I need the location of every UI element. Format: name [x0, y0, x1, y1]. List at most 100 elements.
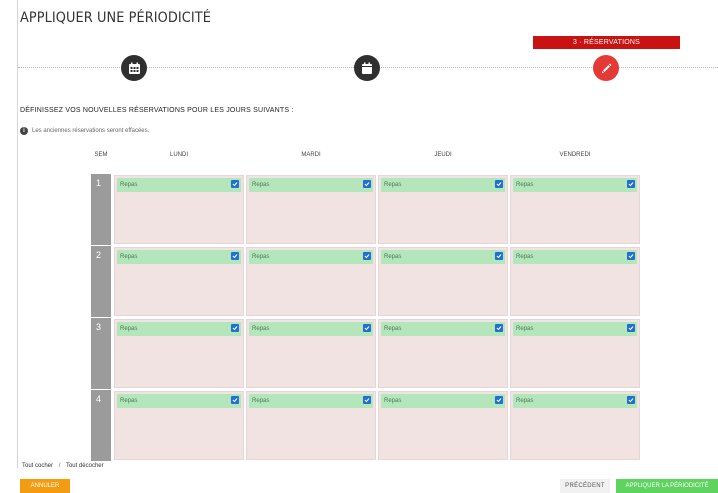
checkbox-checked[interactable]: [495, 396, 503, 404]
slot-repas[interactable]: Repas: [117, 250, 241, 264]
checkbox-checked[interactable]: [495, 252, 503, 260]
slot-repas[interactable]: Repas: [381, 394, 505, 408]
check-icon: [628, 182, 634, 187]
check-icon: [628, 398, 634, 403]
slot-repas[interactable]: Repas: [381, 178, 505, 192]
checkbox-checked[interactable]: [231, 396, 239, 404]
slot-label: Repas: [252, 254, 270, 260]
cell-week2-mardi: Repas: [247, 248, 375, 315]
slot-repas[interactable]: Repas: [513, 394, 637, 408]
step-1-circle[interactable]: [121, 55, 147, 81]
cell-week4-vendredi: Repas: [511, 392, 639, 459]
checkbox-checked[interactable]: [627, 180, 635, 188]
week-1-label: 1: [91, 174, 111, 245]
checkbox-checked[interactable]: [363, 252, 371, 260]
cell-week3-jeudi: Repas: [379, 320, 507, 387]
check-icon: [628, 254, 634, 259]
cell-week3-mardi: Repas: [247, 320, 375, 387]
check-icon: [496, 326, 502, 331]
checkbox-checked[interactable]: [231, 252, 239, 260]
slot-label: Repas: [384, 326, 402, 332]
slot-label: Repas: [516, 398, 534, 404]
cell-week1-mardi: Repas: [247, 176, 375, 243]
cell-week1-vendredi: Repas: [511, 176, 639, 243]
slot-repas[interactable]: Repas: [117, 322, 241, 336]
slot-label: Repas: [384, 182, 402, 188]
link-separator: /: [58, 463, 61, 469]
check-icon: [232, 182, 238, 187]
checkbox-checked[interactable]: [627, 252, 635, 260]
slot-repas[interactable]: Repas: [513, 250, 637, 264]
checkbox-checked[interactable]: [363, 324, 371, 332]
active-step-badge: 3 · RÉSERVATIONS: [533, 36, 680, 49]
slot-label: Repas: [120, 398, 138, 404]
slot-label: Repas: [120, 182, 138, 188]
slot-repas[interactable]: Repas: [117, 394, 241, 408]
info-notice: i Les anciennes réservations seront effa…: [20, 127, 149, 135]
cell-week2-vendredi: Repas: [511, 248, 639, 315]
day-header-mardi: MARDI: [301, 152, 321, 158]
check-icon: [628, 326, 634, 331]
uncheck-all-link[interactable]: Tout décocher: [66, 463, 104, 469]
checkbox-checked[interactable]: [495, 324, 503, 332]
check-icon: [364, 398, 370, 403]
slot-repas[interactable]: Repas: [249, 250, 373, 264]
calendar-grid-icon: [128, 62, 140, 74]
cell-week3-lundi: Repas: [115, 320, 243, 387]
slot-label: Repas: [120, 326, 138, 332]
check-icon: [364, 326, 370, 331]
slot-label: Repas: [516, 182, 534, 188]
slot-repas[interactable]: Repas: [249, 394, 373, 408]
day-header-jeudi: JEUDI: [434, 152, 452, 158]
check-icon: [232, 398, 238, 403]
previous-button[interactable]: PRÉCÉDENT: [560, 479, 610, 493]
slot-label: Repas: [252, 398, 270, 404]
checkbox-checked[interactable]: [627, 396, 635, 404]
cell-week1-lundi: Repas: [115, 176, 243, 243]
slot-label: Repas: [252, 182, 270, 188]
week-column-header: SEM: [94, 152, 108, 158]
cell-week2-jeudi: Repas: [379, 248, 507, 315]
pencil-icon: [601, 63, 611, 73]
check-links: Tout cocher / Tout décocher: [22, 463, 104, 469]
slot-label: Repas: [516, 326, 534, 332]
checkbox-checked[interactable]: [231, 324, 239, 332]
slot-repas[interactable]: Repas: [117, 178, 241, 192]
slot-label: Repas: [252, 326, 270, 332]
day-header-lundi: LUNDI: [169, 152, 188, 158]
slot-repas[interactable]: Repas: [249, 322, 373, 336]
step-2-circle[interactable]: [354, 55, 380, 81]
checkbox-checked[interactable]: [363, 396, 371, 404]
info-text: Les anciennes réservations seront effacé…: [32, 128, 150, 134]
check-icon: [364, 182, 370, 187]
cell-week2-lundi: Repas: [115, 248, 243, 315]
check-icon: [496, 182, 502, 187]
cell-week3-vendredi: Repas: [511, 320, 639, 387]
check-icon: [232, 326, 238, 331]
check-all-link[interactable]: Tout cocher: [22, 463, 53, 469]
checkbox-checked[interactable]: [627, 324, 635, 332]
section-heading: DÉFINISSEZ VOS NOUVELLES RÉSERVATIONS PO…: [20, 107, 294, 114]
content-left-border: [17, 0, 18, 468]
slot-label: Repas: [120, 254, 138, 260]
day-header-vendredi: VENDREDI: [559, 152, 591, 158]
apply-periodicity-button[interactable]: APPLIQUER LA PÉRIODICITÉ: [616, 479, 718, 493]
cell-week4-lundi: Repas: [115, 392, 243, 459]
slot-repas[interactable]: Repas: [381, 250, 505, 264]
check-icon: [496, 398, 502, 403]
calendar-icon: [362, 62, 372, 74]
step-3-circle[interactable]: [593, 55, 619, 81]
checkbox-checked[interactable]: [231, 180, 239, 188]
checkbox-checked[interactable]: [363, 180, 371, 188]
cell-week4-jeudi: Repas: [379, 392, 507, 459]
week-4-label: 4: [91, 390, 111, 461]
cell-week4-mardi: Repas: [247, 392, 375, 459]
week-2-label: 2: [91, 246, 111, 317]
checkbox-checked[interactable]: [495, 180, 503, 188]
slot-repas[interactable]: Repas: [513, 322, 637, 336]
slot-repas[interactable]: Repas: [249, 178, 373, 192]
slot-repas[interactable]: Repas: [513, 178, 637, 192]
check-icon: [496, 254, 502, 259]
slot-repas[interactable]: Repas: [381, 322, 505, 336]
cancel-button[interactable]: ANNULER: [20, 479, 70, 493]
